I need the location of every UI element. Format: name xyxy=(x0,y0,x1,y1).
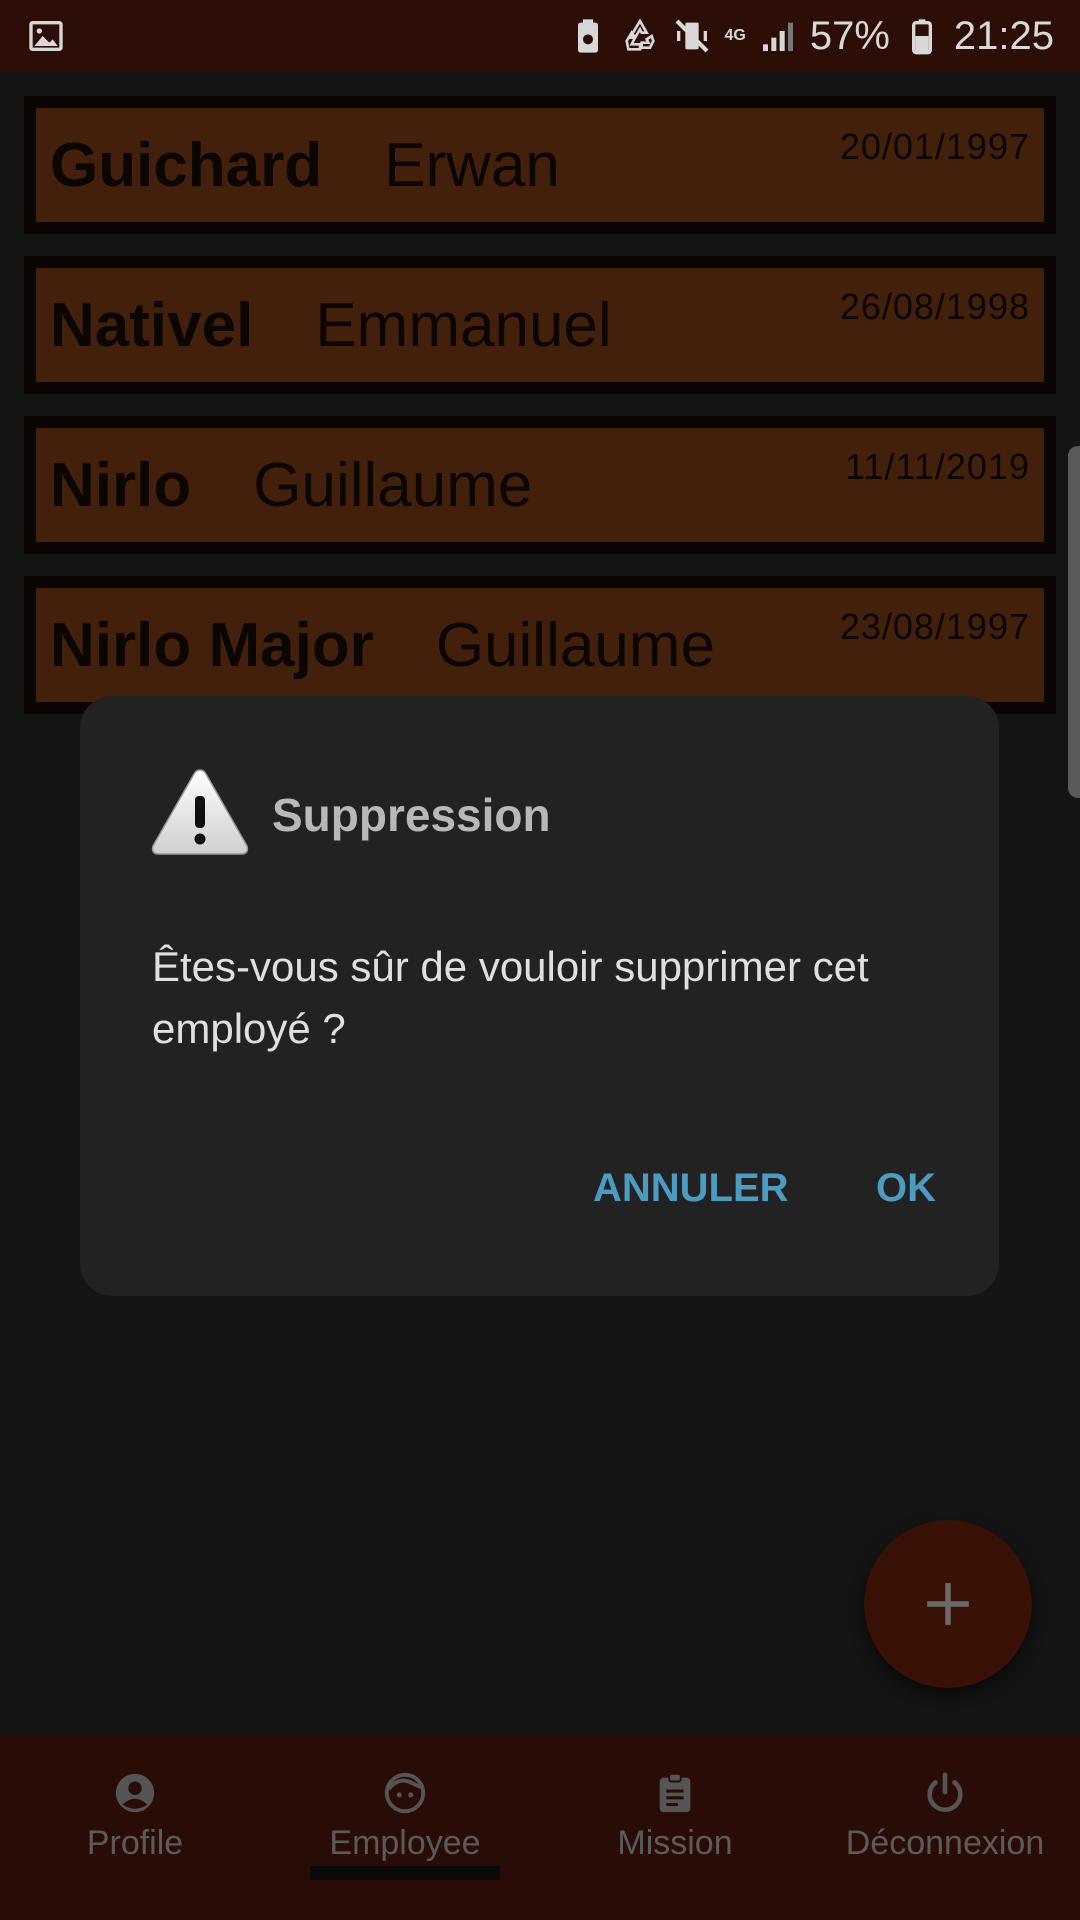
employee-last-name: Nirlo Major xyxy=(50,610,374,680)
delete-confirm-dialog: Suppression Êtes-vous sûr de vouloir sup… xyxy=(80,696,999,1296)
nav-mission-label: Mission xyxy=(617,1824,733,1862)
employee-card[interactable]: Nirlo Major Guillaume 23/08/1997 xyxy=(24,576,1056,714)
image-notification-icon xyxy=(26,16,66,56)
employee-first-name: Erwan xyxy=(384,130,560,200)
dialog-title: Suppression xyxy=(272,789,551,841)
power-icon xyxy=(927,1772,963,1813)
battery-saver-icon xyxy=(568,16,608,56)
network-type: 4G xyxy=(724,27,746,44)
employee-date: 11/11/2019 xyxy=(845,446,1030,487)
face-icon xyxy=(384,1772,426,1814)
nav-active-indicator xyxy=(310,1866,500,1880)
employee-list: Guichard Erwan 20/01/1997 Nativel Emmanu… xyxy=(24,96,1056,736)
employee-date: 20/01/1997 xyxy=(839,126,1030,167)
employee-date: 26/08/1998 xyxy=(839,286,1030,327)
account-circle-icon xyxy=(115,1773,155,1813)
dialog-message: Êtes-vous sûr de vouloir supprimer cet e… xyxy=(152,943,869,1052)
nav-profile[interactable]: Profile xyxy=(0,1736,270,1920)
signal-icon xyxy=(758,16,798,56)
clock: 21:25 xyxy=(953,13,1054,58)
add-employee-button[interactable] xyxy=(864,1520,1032,1688)
employee-first-name: Guillaume xyxy=(253,450,533,520)
ok-button[interactable]: OK xyxy=(876,1166,936,1211)
plus-icon xyxy=(927,1583,969,1625)
battery-percent: 57% xyxy=(809,13,890,58)
battery-icon xyxy=(902,16,942,56)
employee-date: 23/08/1997 xyxy=(839,606,1030,647)
employee-card[interactable]: Guichard Erwan 20/01/1997 xyxy=(24,96,1056,234)
nav-profile-label: Profile xyxy=(86,1824,184,1862)
cancel-button[interactable]: ANNULER xyxy=(593,1166,789,1211)
bottom-navigation: Profile Employee Mission Déconnexion xyxy=(0,1736,1080,1920)
employee-first-name: Guillaume xyxy=(435,610,715,680)
clipboard-icon xyxy=(659,1772,691,1813)
employee-card[interactable]: Nirlo Guillaume 11/11/2019 xyxy=(24,416,1056,554)
scrollbar-thumb[interactable] xyxy=(1068,446,1080,798)
vibrate-mute-icon xyxy=(672,16,712,56)
employee-last-name: Guichard xyxy=(50,130,323,200)
recycle-icon xyxy=(620,16,660,56)
nav-mission[interactable]: Mission xyxy=(540,1736,810,1920)
employee-first-name: Emmanuel xyxy=(315,290,612,360)
app-screen: 4G 57% 21:25 Guichard Erwan 20/01/1997 N… xyxy=(0,0,1080,1920)
nav-employee-label: Employee xyxy=(329,1824,481,1862)
employee-last-name: Nirlo xyxy=(50,450,192,520)
employee-last-name: Nativel xyxy=(50,290,254,360)
status-bar: 4G 57% 21:25 xyxy=(0,0,1080,72)
nav-logout-label: Déconnexion xyxy=(845,1824,1045,1862)
nav-employee[interactable]: Employee xyxy=(270,1736,540,1920)
warning-icon xyxy=(151,769,249,855)
employee-card[interactable]: Nativel Emmanuel 26/08/1998 xyxy=(24,256,1056,394)
nav-logout[interactable]: Déconnexion xyxy=(810,1736,1080,1920)
